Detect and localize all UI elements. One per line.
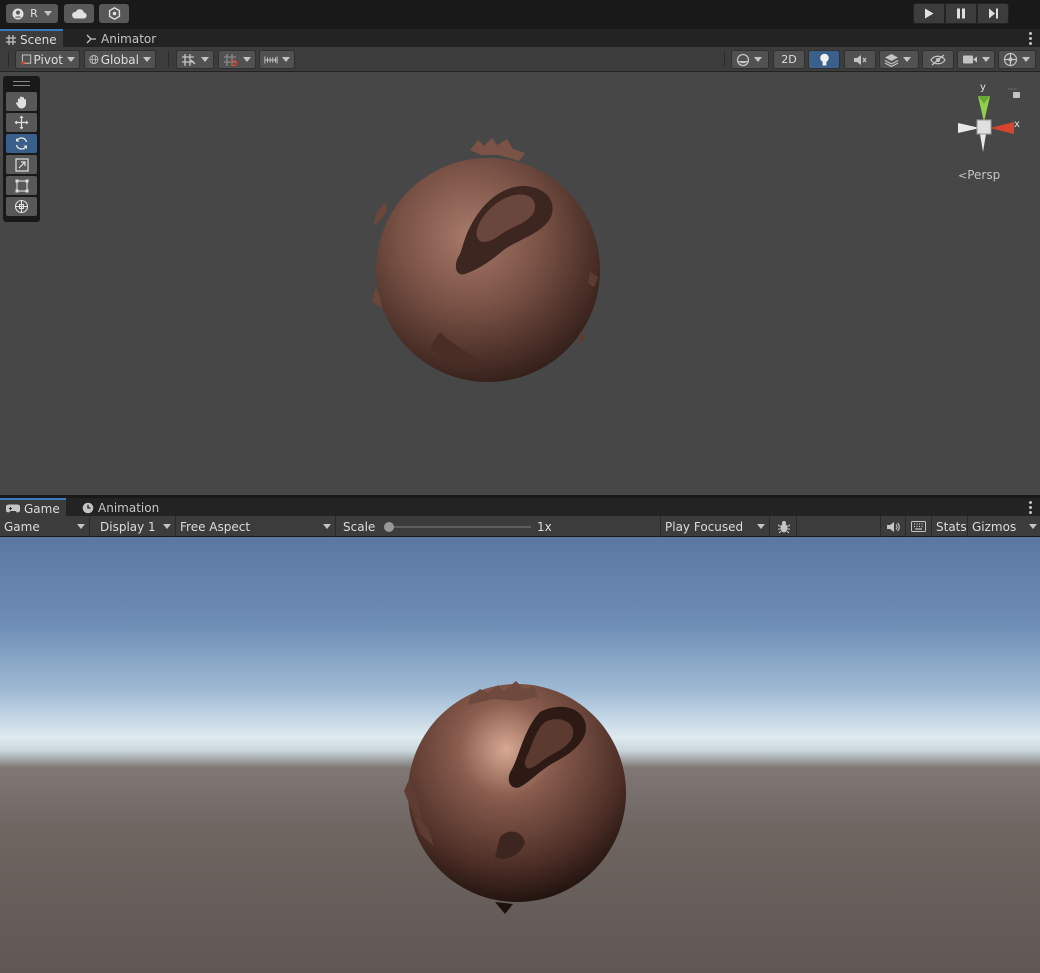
rect-transform-icon [15, 179, 28, 192]
mode-2d-button[interactable]: 2D [773, 50, 805, 69]
bug-icon [777, 520, 790, 533]
ruler-icon [264, 56, 278, 63]
camera-dropdown[interactable] [957, 50, 995, 69]
tab-animator-label: Animator [101, 31, 157, 46]
pivot-dropdown[interactable]: Pivot [15, 50, 80, 69]
view-select[interactable]: Game [0, 516, 90, 537]
account-dropdown[interactable]: R [6, 4, 58, 23]
scale-icon [14, 157, 29, 172]
rotate-icon [15, 137, 28, 150]
rotate-tool-button[interactable] [6, 134, 37, 153]
play-button[interactable] [913, 3, 945, 24]
scene-toolbar: Pivot Global 2D [0, 47, 1040, 72]
axis-y-label: y [980, 82, 986, 93]
camera-icon [963, 55, 977, 64]
scene-panel-menu-icon[interactable] [1028, 32, 1032, 45]
grid-icon [6, 34, 16, 45]
step-button[interactable] [977, 3, 1009, 24]
tab-animator[interactable]: Animator [80, 29, 162, 48]
display-select[interactable]: Display 1 [96, 516, 176, 537]
clock-icon [82, 502, 94, 513]
shading-icon [736, 53, 750, 66]
cloud-button[interactable] [64, 4, 94, 23]
scale-slider[interactable] [384, 522, 531, 532]
grid-snap-icon [182, 53, 196, 66]
scale-slider-thumb[interactable] [384, 522, 394, 532]
user-icon [12, 8, 24, 19]
game-tabbar: Game Animation [0, 497, 1040, 517]
snap-icon [224, 53, 238, 66]
shortcuts-toggle[interactable] [906, 516, 932, 537]
axis-x-label: x [1014, 119, 1020, 130]
mute-audio-toggle[interactable] [880, 516, 906, 537]
lightbulb-icon [819, 53, 829, 65]
aspect-select[interactable]: Free Aspect [176, 516, 336, 537]
globe-icon [89, 54, 99, 65]
tab-animation-label: Animation [98, 500, 160, 515]
hand-tool-button[interactable] [6, 92, 37, 111]
tab-game-label: Game [24, 501, 60, 516]
lock-icon [1013, 92, 1020, 98]
game-sphere [404, 681, 626, 914]
eye-hidden-icon [930, 54, 946, 65]
speaker-icon [887, 521, 900, 532]
account-label: R [30, 7, 38, 20]
pivot-icon [21, 54, 32, 65]
move-icon [14, 115, 29, 130]
play-icon [925, 8, 934, 19]
scene-viewport[interactable]: y x <Persp [0, 72, 1040, 495]
scale-value: 1x [537, 519, 552, 534]
gizmo-globe-icon [1003, 52, 1018, 67]
hand-icon [15, 96, 26, 108]
keyboard-icon [911, 521, 926, 532]
layers-icon [884, 53, 899, 67]
projection-toggle[interactable]: <Persp [958, 168, 1000, 182]
pause-button[interactable] [945, 3, 977, 24]
scale-label: Scale [343, 519, 376, 534]
global-dropdown[interactable]: Global [84, 50, 156, 69]
playmode-controls [913, 3, 1009, 24]
palette-grip[interactable] [13, 81, 30, 86]
tab-animation[interactable]: Animation [76, 498, 165, 517]
audio-toggle[interactable] [844, 50, 876, 69]
increment-snap-dropdown[interactable] [218, 50, 256, 69]
effects-dropdown[interactable] [879, 50, 919, 69]
settings-button[interactable] [99, 4, 129, 23]
animator-icon [86, 34, 96, 43]
scene-visibility-toggle[interactable] [922, 50, 954, 69]
scale-tool-button[interactable] [6, 155, 37, 174]
game-viewport[interactable] [0, 537, 1040, 973]
rect-tool-button[interactable] [6, 176, 37, 195]
grid-snap-dropdown[interactable] [176, 50, 214, 69]
scene-sphere [372, 138, 600, 382]
scene-tabbar: Scene Animator [0, 28, 1040, 48]
settings-icon [108, 7, 120, 20]
chevron-down-icon [43, 11, 52, 16]
lighting-toggle[interactable] [808, 50, 840, 69]
transform-tool-button[interactable] [6, 197, 37, 216]
tab-game[interactable]: Game [0, 498, 66, 517]
tab-scene-label: Scene [20, 32, 57, 47]
pause-icon [957, 8, 965, 19]
tab-scene[interactable]: Scene [0, 29, 63, 48]
main-toolbar: R [0, 0, 1040, 28]
stats-toggle[interactable]: Stats [932, 516, 968, 537]
scale-control: Scale 1x [339, 516, 659, 537]
debug-toggle[interactable] [771, 516, 797, 537]
shading-mode-dropdown[interactable] [731, 50, 769, 69]
gamepad-icon [6, 504, 20, 513]
gizmos-scene-dropdown[interactable] [998, 50, 1036, 69]
tools-palette [3, 76, 40, 222]
game-panel-menu-icon[interactable] [1028, 501, 1032, 514]
cloud-icon [72, 9, 87, 19]
transform-icon [14, 199, 29, 214]
ruler-dropdown[interactable] [259, 50, 295, 69]
move-tool-button[interactable] [6, 113, 37, 132]
step-icon [988, 8, 998, 19]
audio-mute-icon [854, 54, 867, 65]
gizmos-dropdown[interactable]: Gizmos [968, 516, 1040, 537]
play-mode-select[interactable]: Play Focused [660, 516, 770, 537]
game-toolbar: Game Display 1 Free Aspect Scale 1x Play… [0, 516, 1040, 537]
